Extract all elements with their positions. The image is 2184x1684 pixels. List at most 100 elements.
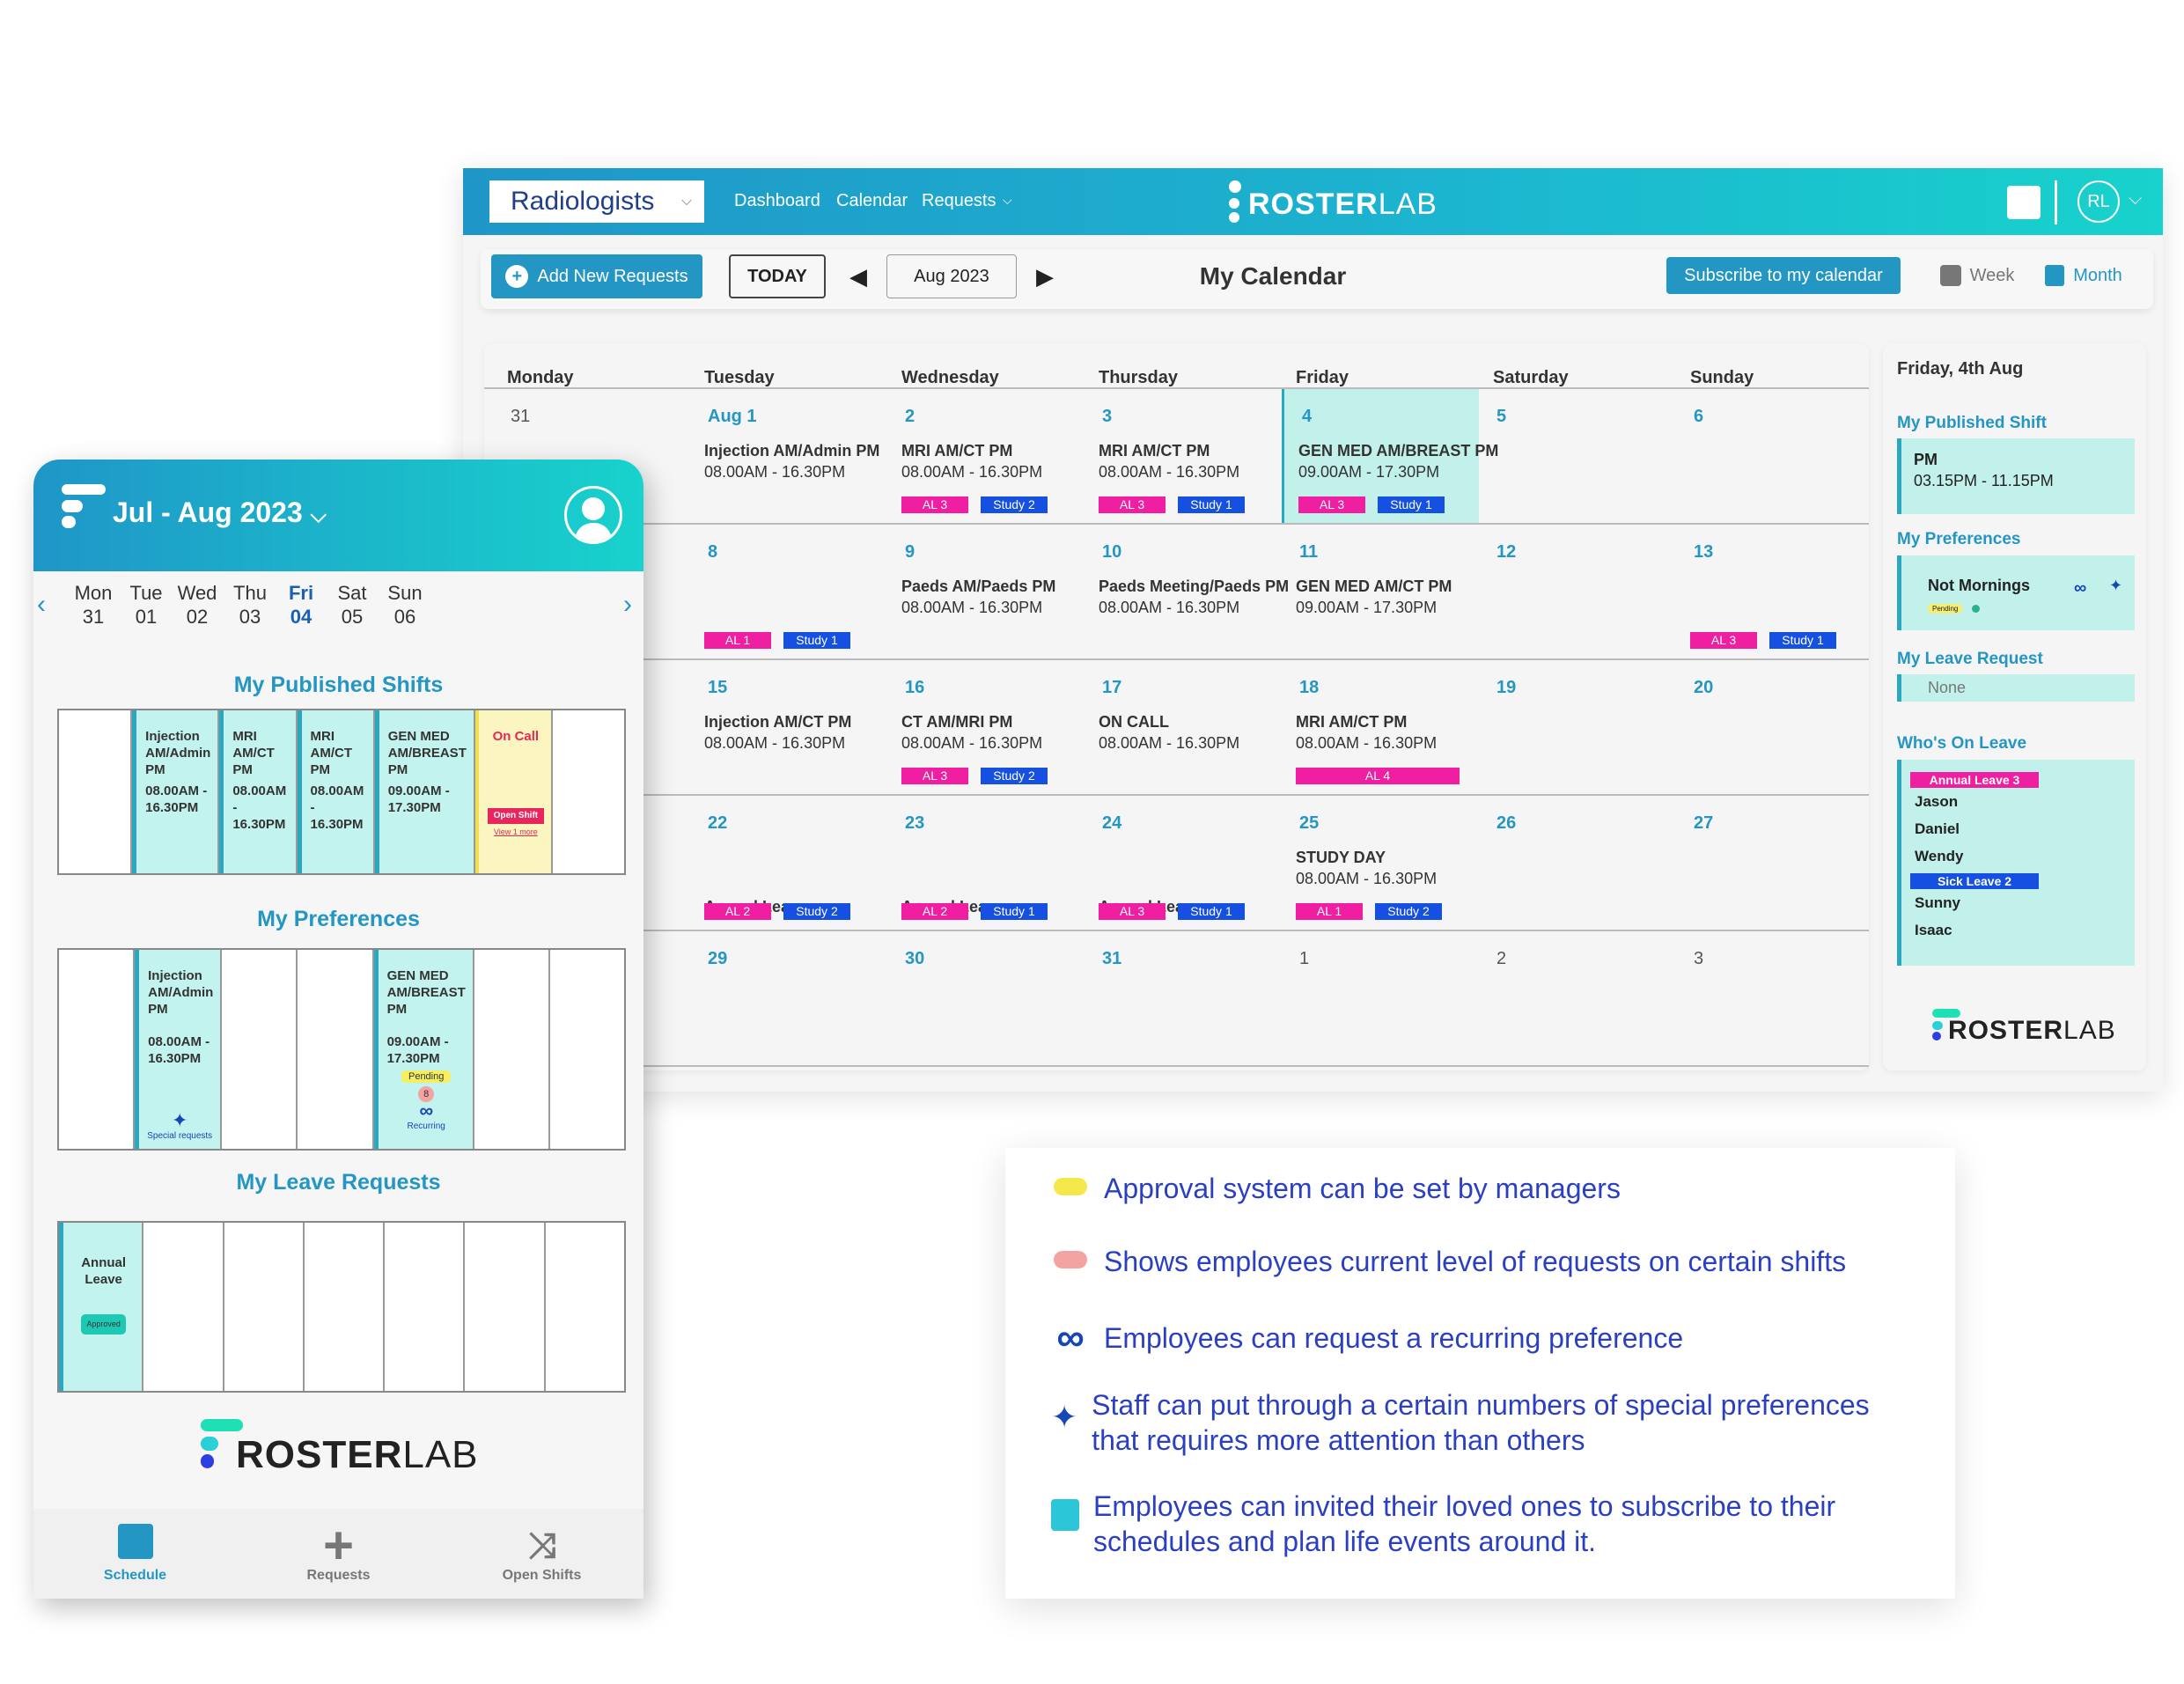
calendar-day[interactable]: 1 [1282,931,1479,1067]
calendar-day[interactable]: 4 GEN MED AM/BREAST PM 09.00AM - 17.30PM AL… [1282,389,1498,525]
calendar-day[interactable]: 20 [1676,660,1873,796]
week-view-button[interactable]: Week [1933,257,2021,294]
study-tag[interactable]: Study 1 [1769,632,1836,649]
calendar-day[interactable]: 29 [690,931,887,1067]
preference-card[interactable]: Not Mornings Pending ∞ ✦ [1897,555,2135,630]
calendar-day[interactable]: Aug 1 Injection AM/Admin PM 08.00AM - 16.3… [690,389,887,525]
calendar-day[interactable]: 17 ON CALL 08.00AM - 16.30PM [1085,660,1282,796]
leave-cell[interactable] [143,1223,224,1391]
calendar-day[interactable]: 10 Paeds Meeting/Paeds PM 08.00AM - 16.30P… [1085,525,1289,660]
pref-cell[interactable]: GEN MED AM/BREAST PM 09.00AM - 17.30PM Pe… [373,950,474,1149]
pref-cell[interactable]: Injection AM/Admin PM 08.00AM - 16.30PM ✦… [135,950,223,1149]
calendar-icon[interactable] [2007,186,2041,219]
shift-cell[interactable]: On Call Open Shift View 1 more [474,710,553,873]
nav-schedule[interactable]: Schedule [33,1509,237,1599]
month-field[interactable]: Aug 2023 [886,254,1017,298]
calendar-day[interactable]: 27 [1676,796,1873,931]
annual-leave-tag[interactable]: AL 1 [704,632,771,649]
study-tag[interactable]: Study 1 [1378,496,1445,513]
calendar-day[interactable]: 24Annual LeaveAL 3Study 1 [1085,796,1282,931]
team-select[interactable]: Radiologists ⌵ [489,180,704,223]
day-selector[interactable]: Sun 06 [370,581,440,629]
study-tag[interactable]: Study 1 [783,632,850,649]
annual-leave-tag[interactable]: AL 4 [1296,768,1460,784]
pref-cell[interactable] [474,950,550,1149]
nav-calendar[interactable]: Calendar [836,191,908,211]
nav-requests[interactable]: Requests [922,191,996,211]
leave-cell[interactable] [305,1223,386,1391]
prev-week-icon[interactable]: ‹ [37,590,46,620]
study-tag[interactable]: Study 1 [1178,903,1245,920]
today-button[interactable]: TODAY [729,254,826,298]
calendar-day[interactable]: 31 [1085,931,1282,1067]
next-week-icon[interactable]: › [623,590,632,620]
study-tag[interactable]: Study 2 [981,496,1048,513]
shift-cell[interactable] [59,710,133,873]
calendar-day[interactable]: 2 [1479,931,1676,1067]
calendar-day[interactable]: 26 [1479,796,1676,931]
leave-cell[interactable]: Annual Leave Approved [59,1223,144,1391]
pref-cell[interactable] [222,950,298,1149]
calendar-day[interactable]: 16 CT AM/MRI PM 08.00AM - 16.30PM AL 3 Study… [887,660,1085,796]
month-view-button[interactable]: Month [2035,257,2132,294]
date-range-select[interactable]: Jul - Aug 2023 ⌵ [113,496,327,529]
annual-leave-tag[interactable]: AL 3 [1099,496,1166,513]
pref-cell[interactable] [59,950,136,1149]
nav-requests[interactable]: + Requests [237,1509,440,1599]
calendar-day[interactable]: 13 AL 3 Study 1 [1676,525,1873,660]
study-tag[interactable]: Study 1 [981,903,1048,920]
study-tag[interactable]: Study 1 [1178,496,1245,513]
annual-leave-tag[interactable]: AL 3 [901,496,968,513]
calendar-day[interactable]: 9 Paeds AM/Paeds PM 08.00AM - 16.30PM [887,525,1085,660]
calendar-day[interactable]: 5 [1479,389,1676,525]
leave-cell[interactable] [465,1223,546,1391]
pref-cell[interactable] [298,950,374,1149]
published-shift-card[interactable]: PM 03.15PM - 11.15PM [1897,438,2135,514]
study-tag[interactable]: Study 2 [981,768,1048,784]
prev-month-icon[interactable]: ◀ [845,254,871,298]
shift-cell[interactable]: Injection AM/Admin PM 08.00AM - 16.30PM [132,710,220,873]
study-tag[interactable]: Study 2 [1375,903,1442,920]
annual-leave-tag[interactable]: AL 1 [1296,903,1363,920]
calendar-day[interactable]: 25 STUDY DAY 08.00AM - 16.30PM AL 1 Study 2 [1282,796,1479,931]
calendar-day[interactable]: 23Annual LeaveAL 2Study 1 [887,796,1085,931]
calendar-day[interactable]: 3 [1676,931,1873,1067]
open-shift-button[interactable]: Open Shift [487,808,544,824]
annual-leave-tag[interactable]: AL 2 [901,903,968,920]
annual-leave-tag[interactable]: AL 3 [1298,496,1365,513]
calendar-day[interactable]: 3 MRI AM/CT PM 08.00AM - 16.30PM AL 3 Study … [1085,389,1282,525]
calendar-day[interactable]: 12 [1479,525,1676,660]
calendar-day[interactable]: 30 [887,931,1085,1067]
shift-cell[interactable]: MRI AM/CT PM 08.00AM - 16.30PM [219,710,298,873]
leave-cell[interactable] [385,1223,466,1391]
leave-cell[interactable] [224,1223,305,1391]
profile-icon[interactable] [564,486,622,544]
calendar-day[interactable]: 22Annual LeaveAL 2Study 2 [690,796,887,931]
shift-cell[interactable]: MRI AM/CT PM 08.00AM - 16.30PM [297,710,375,873]
next-month-icon[interactable]: ▶ [1032,254,1058,298]
subscribe-button[interactable]: Subscribe to my calendar [1666,257,1901,294]
view-more-link[interactable]: View 1 more [488,824,544,841]
avatar[interactable]: RL [2077,180,2120,223]
annual-leave-tag[interactable]: AL 3 [1099,903,1166,920]
calendar-day[interactable]: 18 MRI AM/CT PM 08.00AM - 16.30PM AL 4 [1282,660,1479,796]
calendar-day[interactable]: 19 [1479,660,1676,796]
calendar-day[interactable]: 2 MRI AM/CT PM 08.00AM - 16.30PM AL 3 Study … [887,389,1085,525]
chevron-down-icon[interactable]: ⌵ [2129,189,2142,210]
calendar-day[interactable]: 6 [1676,389,1873,525]
shift-cell[interactable] [553,710,624,873]
special-requests-label: Special requests [147,1131,213,1141]
pref-cell[interactable] [550,950,624,1149]
annual-leave-tag[interactable]: AL 2 [704,903,771,920]
annual-leave-tag[interactable]: AL 3 [901,768,968,784]
add-new-requests-button[interactable]: + Add New Requests [491,254,702,298]
calendar-day[interactable]: 15 Injection AM/CT PM 08.00AM - 16.30PM [690,660,887,796]
shift-cell[interactable]: GEN MED AM/BREAST PM 09.00AM - 17.30PM [374,710,475,873]
study-tag[interactable]: Study 2 [783,903,850,920]
leave-cell[interactable] [546,1223,624,1391]
annual-leave-tag[interactable]: AL 3 [1690,632,1757,649]
nav-open-shifts[interactable]: ⤨ Open Shifts [440,1509,643,1599]
calendar-day[interactable]: 11 GEN MED AM/CT PM 09.00AM - 17.30PM [1282,525,1479,660]
nav-dashboard[interactable]: Dashboard [734,191,820,211]
calendar-day[interactable]: 8 AL 1 Study 1 [690,525,887,660]
